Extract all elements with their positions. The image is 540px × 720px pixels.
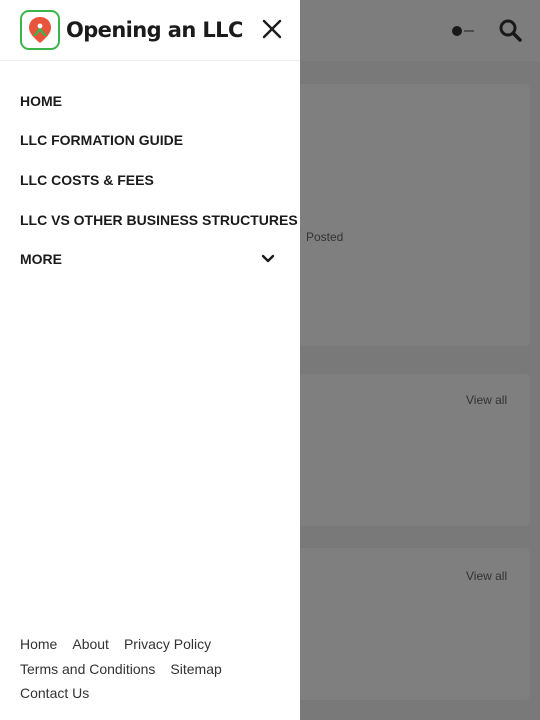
nav-item-label: MORE	[20, 251, 62, 268]
chevron-down-icon[interactable]	[261, 253, 275, 265]
drawer-footer-links: Home About Privacy Policy Terms and Cond…	[20, 632, 290, 706]
nav-item-label: LLC VS OTHER BUSINESS STRUCTURES	[20, 211, 298, 228]
nav-item-label: LLC COSTS & FEES	[20, 171, 154, 188]
footer-link-about[interactable]: About	[72, 636, 109, 652]
nav-item-label: LLC FORMATION GUIDE	[20, 132, 184, 149]
site-name: Opening an LLC	[66, 18, 243, 42]
nav-item-label: HOME	[20, 92, 62, 109]
footer-links-row: Home About Privacy Policy	[20, 632, 290, 657]
footer-link-sitemap[interactable]: Sitemap	[170, 661, 221, 677]
footer-link-privacy-policy[interactable]: Privacy Policy	[124, 636, 211, 652]
location-pin-logo-icon	[20, 10, 60, 50]
footer-link-home[interactable]: Home	[20, 636, 57, 652]
footer-links-row: Terms and Conditions Sitemap	[20, 657, 290, 682]
footer-link-terms[interactable]: Terms and Conditions	[20, 661, 155, 677]
nav-item-llc-formation-guide[interactable]: LLC FORMATION GUIDE	[0, 121, 300, 161]
nav-item-llc-vs-other-structures[interactable]: LLC VS OTHER BUSINESS STRUCTURES	[0, 200, 300, 240]
nav-item-more[interactable]: MORE	[0, 239, 300, 279]
close-icon[interactable]	[261, 18, 283, 40]
footer-link-contact-us[interactable]: Contact Us	[20, 685, 89, 701]
footer-links-row: Contact Us	[20, 681, 290, 706]
nav-item-home[interactable]: HOME	[0, 81, 300, 121]
site-logo[interactable]: Opening an LLC	[20, 10, 243, 50]
nav-item-llc-costs-fees[interactable]: LLC COSTS & FEES	[0, 160, 300, 200]
drawer-nav: HOME LLC FORMATION GUIDE LLC COSTS & FEE…	[0, 81, 300, 279]
navigation-drawer: Opening an LLC HOME LLC FORMATION GUIDE …	[0, 0, 300, 720]
drawer-header: Opening an LLC	[0, 0, 300, 61]
